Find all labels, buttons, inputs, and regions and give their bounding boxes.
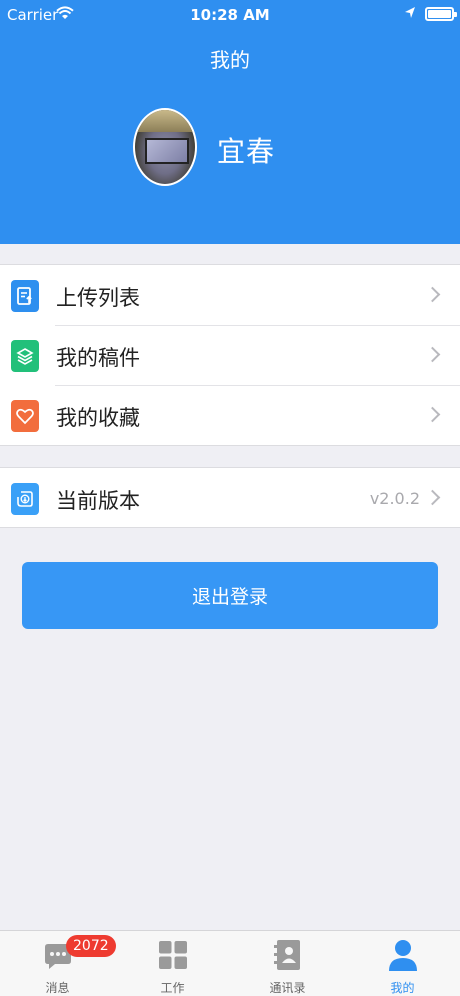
tab-me[interactable]: 我的 xyxy=(345,931,460,996)
menu-item-label: 当前版本 xyxy=(56,489,140,513)
tab-label: 工作 xyxy=(160,981,185,995)
chevron-right-icon xyxy=(424,346,441,363)
version-value: v2.0.2 xyxy=(369,489,420,508)
chevron-right-icon xyxy=(424,406,441,423)
menu-item-label: 上传列表 xyxy=(56,286,140,310)
location-icon xyxy=(404,6,416,24)
logout-button[interactable]: 退出登录 xyxy=(22,562,438,629)
upload-list-icon xyxy=(11,280,39,312)
battery-icon xyxy=(425,7,457,21)
tab-label: 通讯录 xyxy=(269,981,306,995)
tab-contacts[interactable]: 通讯录 xyxy=(230,931,345,996)
user-icon xyxy=(388,938,418,972)
grid-icon xyxy=(158,938,188,972)
chevron-right-icon xyxy=(424,286,441,303)
page-title: 我的 xyxy=(210,48,250,72)
heart-icon xyxy=(11,400,39,432)
username: 宜春 xyxy=(217,135,276,168)
tab-label: 消息 xyxy=(45,981,70,995)
menu-item-label: 我的稿件 xyxy=(56,346,140,370)
menu-group-app: 当前版本 v2.0.2 xyxy=(0,467,460,528)
unread-badge: 2072 xyxy=(66,935,116,957)
version-icon xyxy=(11,483,39,515)
profile-header: 我的 宜春 xyxy=(0,30,460,244)
tab-work[interactable]: 工作 xyxy=(115,931,230,996)
tab-label: 我的 xyxy=(390,981,415,995)
menu-item-upload-list[interactable]: 上传列表 xyxy=(0,265,460,325)
menu-item-my-manuscripts[interactable]: 我的稿件 xyxy=(0,325,460,385)
layers-icon xyxy=(11,340,39,372)
menu-group-content: 上传列表 我的稿件 我的收藏 xyxy=(0,264,460,446)
menu-item-my-favorites[interactable]: 我的收藏 xyxy=(0,385,460,445)
tab-bar: 2072 消息 工作 通讯录 我的 xyxy=(0,930,460,996)
status-bar: Carrier 10:28 AM xyxy=(0,0,460,30)
chevron-right-icon xyxy=(424,489,441,506)
tab-messages[interactable]: 2072 消息 xyxy=(0,931,116,996)
menu-item-label: 我的收藏 xyxy=(56,406,140,430)
avatar[interactable] xyxy=(133,108,197,186)
clock: 10:28 AM xyxy=(190,6,270,24)
contacts-icon xyxy=(273,938,303,972)
menu-item-current-version[interactable]: 当前版本 v2.0.2 xyxy=(0,468,460,528)
